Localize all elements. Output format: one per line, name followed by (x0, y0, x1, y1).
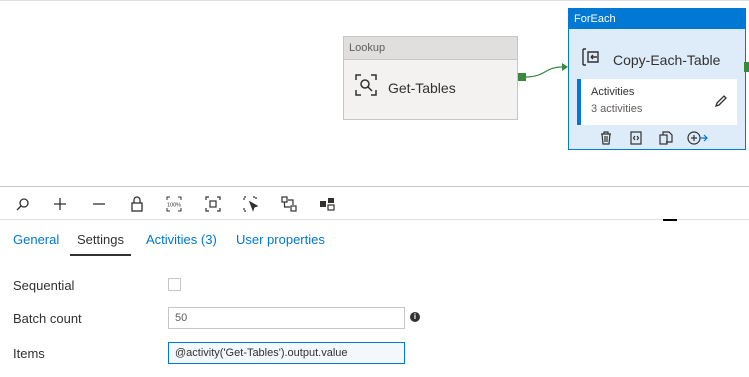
sequential-label: Sequential (13, 278, 75, 293)
copy-icon[interactable] (657, 129, 675, 147)
batch-count-field[interactable]: 50 (168, 307, 405, 329)
code-icon[interactable] (627, 129, 645, 147)
properties-tabs: General Settings Activities (3) User pro… (0, 222, 749, 258)
foreach-activity-header: ForEach (569, 9, 745, 29)
tab-user-properties[interactable]: User properties (236, 232, 325, 247)
layout-icon[interactable] (316, 193, 338, 215)
add-output-icon[interactable] (687, 129, 709, 147)
panel-resize-handle[interactable] (663, 219, 677, 221)
foreach-icon (581, 47, 601, 72)
zoom-in-icon[interactable] (49, 193, 71, 215)
zoom-100-icon[interactable]: 100% (163, 193, 185, 215)
svg-text:100%: 100% (167, 203, 181, 209)
foreach-activity[interactable]: ForEach Copy-Each-Table Activities 3 act… (568, 8, 746, 150)
lock-icon[interactable] (126, 193, 148, 215)
items-label: Items (13, 346, 45, 361)
info-icon[interactable]: i (410, 312, 420, 322)
tab-general[interactable]: General (13, 232, 59, 247)
select-icon[interactable] (240, 193, 262, 215)
active-tab-indicator (70, 254, 131, 256)
delete-icon[interactable] (597, 129, 615, 147)
auto-align-icon[interactable] (278, 193, 300, 215)
fit-to-window-icon[interactable] (202, 193, 224, 215)
foreach-activity-name: Copy-Each-Table (613, 51, 721, 68)
zoom-out-icon[interactable] (88, 193, 110, 215)
activities-count: 3 activities (591, 103, 643, 115)
canvas-toolbar: 100% (0, 187, 749, 220)
tab-activities[interactable]: Activities (3) (146, 232, 217, 247)
pencil-icon[interactable] (713, 93, 729, 114)
tab-settings[interactable]: Settings (77, 232, 124, 247)
batch-count-label: Batch count (13, 311, 82, 326)
items-field[interactable]: @activity('Get-Tables').output.value (168, 342, 405, 364)
foreach-activities-box[interactable]: Activities 3 activities (577, 79, 737, 125)
foreach-output-port[interactable] (744, 62, 749, 72)
search-icon[interactable] (12, 193, 34, 215)
sequential-checkbox[interactable] (168, 278, 181, 291)
activities-label: Activities (591, 86, 635, 98)
